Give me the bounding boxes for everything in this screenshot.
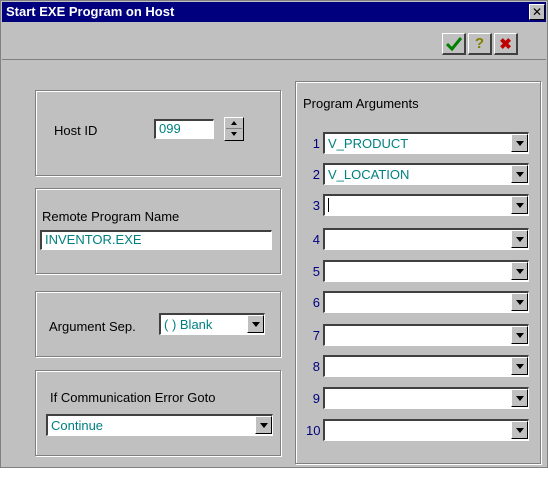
program-arguments-title: Program Arguments [303, 96, 419, 111]
chevron-down-icon[interactable] [511, 165, 528, 183]
remote-program-input[interactable]: INVENTOR.EXE [40, 230, 272, 250]
help-button[interactable]: ? [468, 33, 492, 55]
argument-number: 4 [312, 232, 320, 247]
remote-program-group: Remote Program Name INVENTOR.EXE [35, 188, 281, 274]
chevron-down-icon[interactable] [511, 196, 528, 214]
text-caret [328, 198, 329, 212]
argument-select-10[interactable] [323, 419, 529, 441]
argument-number: 10 [306, 423, 321, 438]
argument-select-8[interactable] [323, 355, 529, 377]
chevron-down-icon[interactable] [511, 230, 528, 248]
dialog-window: Start EXE Program on Host ✕ ? ✖ Host ID … [0, 0, 548, 468]
argument-value: V_LOCATION [328, 167, 410, 182]
argument-value: V_PRODUCT [328, 136, 409, 151]
argument-sep-label: Argument Sep. [49, 319, 136, 334]
spin-up-icon[interactable] [231, 121, 237, 125]
remote-program-label: Remote Program Name [42, 209, 180, 224]
host-id-input[interactable]: 099 [154, 119, 214, 139]
argument-sep-select[interactable]: ( ) Blank [159, 313, 265, 335]
chevron-down-icon[interactable] [511, 262, 528, 280]
question-mark-icon: ? [474, 35, 485, 52]
ok-button[interactable] [442, 33, 466, 55]
argument-number: 1 [312, 136, 320, 151]
chevron-down-icon[interactable] [511, 134, 528, 152]
host-id-group: Host ID 099 [35, 90, 281, 176]
checkmark-icon [445, 36, 462, 51]
title-bar[interactable]: Start EXE Program on Host ✕ [2, 2, 546, 22]
argument-number: 3 [312, 198, 320, 213]
chevron-down-icon[interactable] [511, 326, 528, 344]
argument-select-4[interactable] [323, 228, 529, 250]
close-icon[interactable]: ✕ [529, 4, 545, 20]
chevron-down-icon[interactable] [511, 357, 528, 375]
comm-error-value: Continue [51, 418, 104, 433]
argument-select-2[interactable]: V_LOCATION [323, 163, 529, 185]
argument-select-9[interactable] [323, 387, 529, 409]
chevron-down-icon[interactable] [511, 389, 528, 407]
comm-error-label: If Communication Error Goto [50, 390, 216, 405]
argument-number: 9 [312, 391, 320, 406]
argument-sep-group: Argument Sep. ( ) Blank [35, 291, 281, 357]
argument-number: 6 [312, 295, 320, 310]
chevron-down-icon[interactable] [511, 421, 528, 439]
toolbar: ? ✖ [2, 23, 546, 60]
host-id-label: Host ID [54, 123, 98, 138]
chevron-down-icon[interactable] [255, 416, 272, 434]
comm-error-select[interactable]: Continue [46, 414, 273, 436]
red-x-icon: ✖ [499, 35, 512, 53]
argument-select-3[interactable] [323, 194, 529, 216]
argument-number: 2 [312, 167, 320, 182]
argument-select-6[interactable] [323, 291, 529, 313]
argument-sep-value: ( ) Blank [164, 317, 213, 332]
chevron-down-icon[interactable] [247, 315, 264, 333]
cancel-button[interactable]: ✖ [494, 33, 518, 55]
argument-number: 5 [312, 264, 320, 279]
host-id-spinner[interactable] [224, 117, 244, 141]
argument-number: 7 [312, 328, 320, 343]
spin-down-icon[interactable] [231, 132, 237, 136]
window-title: Start EXE Program on Host [6, 4, 175, 19]
argument-select-1[interactable]: V_PRODUCT [323, 132, 529, 154]
argument-number: 8 [312, 359, 320, 374]
chevron-down-icon[interactable] [511, 293, 528, 311]
argument-select-5[interactable] [323, 260, 529, 282]
argument-select-7[interactable] [323, 324, 529, 346]
comm-error-group: If Communication Error Goto Continue [35, 370, 281, 456]
